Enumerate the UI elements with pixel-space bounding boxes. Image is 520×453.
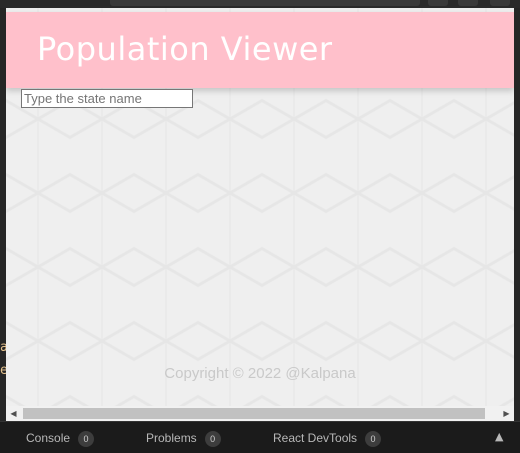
app-preview: Population Viewer Copyright © 2022 @Kalp… (6, 8, 514, 406)
toolbar-button-1[interactable] (428, 0, 448, 6)
chevron-up-icon[interactable]: ▲ (495, 430, 503, 443)
devtools-bar: Console 0 Problems 0 React DevTools 0 ▲ (0, 421, 520, 453)
console-count-badge: 0 (78, 431, 95, 447)
page-title: Population Viewer (37, 30, 333, 68)
tab-console[interactable]: Console 0 (26, 431, 95, 447)
app-header: Population Viewer (6, 12, 514, 88)
tab-label: Console (26, 431, 71, 446)
preview-toolbar (0, 0, 520, 8)
footer-copyright: Copyright © 2022 @Kalpana (164, 365, 356, 382)
scroll-left-icon[interactable]: ◀ (6, 406, 21, 421)
tab-label: React DevTools (273, 431, 358, 446)
toolbar-button-3[interactable] (490, 0, 510, 6)
scrollbar-thumb[interactable] (23, 408, 485, 419)
ide-window: a e Population Viewer Copyright © 2022 @… (0, 0, 520, 453)
toolbar-button-2[interactable] (458, 0, 478, 6)
horizontal-scrollbar[interactable]: ◀ ▶ (6, 406, 514, 421)
right-gutter (514, 8, 520, 421)
tab-label: Problems (146, 431, 197, 446)
url-bar[interactable] (110, 0, 420, 6)
state-search-input[interactable] (21, 89, 193, 108)
problems-count-badge: 0 (204, 431, 221, 447)
tab-problems[interactable]: Problems 0 (146, 431, 221, 447)
tab-react-devtools[interactable]: React DevTools 0 (273, 431, 382, 447)
scroll-right-icon[interactable]: ▶ (499, 406, 514, 421)
react-devtools-count-badge: 0 (365, 431, 382, 447)
